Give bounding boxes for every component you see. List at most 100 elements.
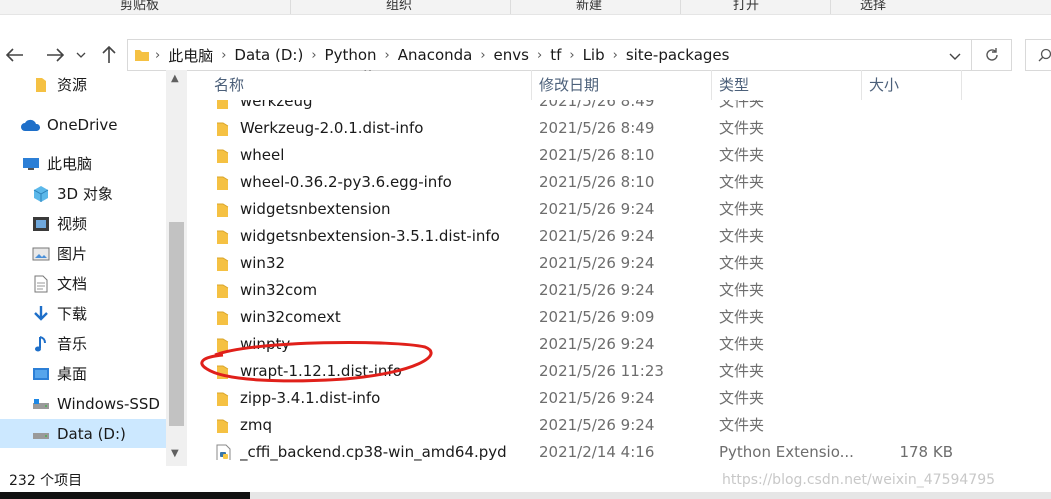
sidebar-item-windows-ssd[interactable]: Windows-SSD ( [32, 389, 171, 418]
file-date: 2021/5/26 8:10 [539, 146, 655, 164]
sidebar-item-this-pc[interactable]: 此电脑 [22, 149, 92, 178]
table-row[interactable]: widgetsnbextension 2021/5/26 9:24 文件夹 [188, 196, 1051, 223]
ribbon-group-clipboard[interactable]: 剪贴板 [120, 0, 159, 13]
sidebar-item-label: 图片 [57, 245, 88, 263]
crumb-python[interactable]: Python [318, 46, 384, 64]
file-name: wheel [240, 146, 285, 164]
table-row[interactable]: Werkzeug-2.0.1.dist-info 2021/5/26 8:49 文件… [188, 115, 1051, 142]
file-date: 2021/5/26 9:24 [539, 227, 655, 245]
file-size: 178 KB [899, 443, 953, 461]
table-row[interactable]: _cffi_backend.cp38-win_amd64.pyd 2021/2/1… [188, 439, 1051, 466]
file-name: zipp-3.4.1.dist-info [240, 389, 381, 407]
crumb-anaconda[interactable]: Anaconda [391, 46, 480, 64]
sort-ascending-icon: ^ [363, 70, 373, 79]
scrollbar-thumb[interactable] [169, 222, 184, 426]
table-row[interactable]: zipp-3.4.1.dist-info 2021/5/26 9:24 文件夹 [188, 385, 1051, 412]
table-row[interactable]: win32comext 2021/5/26 9:09 文件夹 [188, 304, 1051, 331]
file-size [861, 196, 953, 223]
sidebar-item-3d-objects[interactable]: 3D 对象 [32, 179, 113, 208]
sidebar-scrollbar[interactable]: ▲ ▼ [166, 70, 187, 466]
back-button[interactable] [4, 44, 26, 66]
column-header-date[interactable]: 修改日期 [531, 70, 711, 100]
file-size [861, 331, 953, 358]
up-button[interactable] [98, 44, 120, 66]
file-type: 文件夹 [719, 335, 765, 353]
file-date: 2021/5/26 9:24 [539, 281, 655, 299]
breadcrumb: › 此电脑 › Data (D:) › Python › Anaconda › … [134, 40, 736, 70]
ribbon-group-select[interactable]: 选择 [860, 0, 886, 13]
chevron-right-icon[interactable]: › [536, 48, 543, 63]
file-date: 2021/5/26 9:24 [539, 254, 655, 272]
video-icon [33, 216, 49, 231]
cloud-icon [21, 119, 41, 131]
chevron-right-icon[interactable]: › [384, 48, 391, 63]
table-row[interactable]: win32 2021/5/26 9:24 文件夹 [188, 250, 1051, 277]
crumb-lib[interactable]: Lib [576, 46, 612, 64]
file-size [861, 223, 953, 250]
file-size [861, 169, 953, 196]
chevron-right-icon[interactable]: › [220, 48, 227, 63]
sidebar-item-pictures[interactable]: 图片 [32, 239, 87, 268]
forward-button[interactable] [44, 44, 66, 66]
table-row[interactable]: wheel-0.36.2-py3.6.egg-info 2021/5/26 8:1… [188, 169, 1051, 196]
sidebar-item-desktop[interactable]: 桌面 [32, 359, 87, 388]
scroll-up-arrow-icon[interactable]: ▲ [171, 73, 179, 84]
chevron-right-icon[interactable]: › [154, 48, 161, 63]
folder-icon [216, 201, 232, 217]
file-type: 文件夹 [719, 389, 765, 407]
address-bar[interactable]: › 此电脑 › Data (D:) › Python › Anaconda › … [127, 39, 972, 71]
crumb-site-packages[interactable]: site-packages [619, 46, 737, 64]
file-type: 文件夹 [719, 281, 765, 299]
chevron-down-icon [949, 53, 961, 60]
ribbon-group-new[interactable]: 新建 [576, 0, 602, 13]
chevron-right-icon[interactable]: › [612, 48, 619, 63]
ribbon-group-organize[interactable]: 组织 [386, 0, 412, 13]
ribbon-group-open[interactable]: 打开 [733, 0, 759, 13]
file-date: 2021/5/26 8:10 [539, 173, 655, 191]
file-name: win32 [240, 254, 286, 272]
crumb-data-drive[interactable]: Data (D:) [227, 46, 310, 64]
folder-icon [216, 417, 232, 433]
crumb-tf[interactable]: tf [543, 46, 568, 64]
table-row[interactable]: widgetsnbextension-3.5.1.dist-info 2021/5… [188, 223, 1051, 250]
file-type: 文件夹 [719, 362, 765, 380]
arrow-left-icon [6, 48, 23, 62]
folder-icon [135, 50, 149, 61]
column-header-type[interactable]: 类型 [711, 70, 861, 100]
file-name: win32comext [240, 308, 341, 326]
sidebar-item-label: 下载 [57, 305, 88, 323]
sidebar-item-onedrive[interactable]: OneDrive [20, 110, 118, 139]
chevron-right-icon[interactable]: › [479, 48, 486, 63]
cube-icon [33, 185, 49, 202]
table-row[interactable]: zmq 2021/5/26 9:24 文件夹 [188, 412, 1051, 439]
crumb-this-pc[interactable]: 此电脑 [161, 45, 220, 66]
sidebar-item-label: 视频 [57, 215, 88, 233]
folder-icon [216, 120, 232, 136]
sidebar-item-downloads[interactable]: 下载 [32, 299, 87, 328]
recent-locations-button[interactable] [70, 44, 92, 66]
table-row[interactable]: win32com 2021/5/26 9:24 文件夹 [188, 277, 1051, 304]
refresh-button[interactable] [972, 39, 1012, 71]
scroll-down-arrow-icon[interactable]: ▼ [171, 448, 179, 459]
sidebar-item-label: 桌面 [57, 365, 88, 383]
search-input[interactable] [1025, 39, 1051, 71]
chevron-right-icon[interactable]: › [310, 48, 317, 63]
sidebar-item-music[interactable]: 音乐 [32, 329, 87, 358]
address-dropdown-button[interactable] [949, 47, 961, 66]
sidebar-item-videos[interactable]: 视频 [32, 209, 87, 238]
navigation-bar: › 此电脑 › Data (D:) › Python › Anaconda › … [0, 14, 1051, 71]
column-header-size[interactable]: 大小 [861, 70, 961, 100]
document-icon [34, 275, 48, 292]
folder-icon [216, 147, 232, 163]
sidebar-item-data-drive[interactable]: Data (D:) [0, 419, 166, 448]
file-size [861, 250, 953, 277]
arrow-up-icon [102, 46, 116, 63]
file-date: 2021/5/26 9:09 [539, 308, 655, 326]
crumb-envs[interactable]: envs [487, 46, 536, 64]
folder-icon [36, 77, 46, 92]
sidebar-item-resources[interactable]: 资源 [32, 70, 87, 99]
chevron-down-icon [76, 52, 86, 58]
chevron-right-icon[interactable]: › [568, 48, 575, 63]
table-row[interactable]: wheel 2021/5/26 8:10 文件夹 [188, 142, 1051, 169]
sidebar-item-documents[interactable]: 文档 [32, 269, 87, 298]
